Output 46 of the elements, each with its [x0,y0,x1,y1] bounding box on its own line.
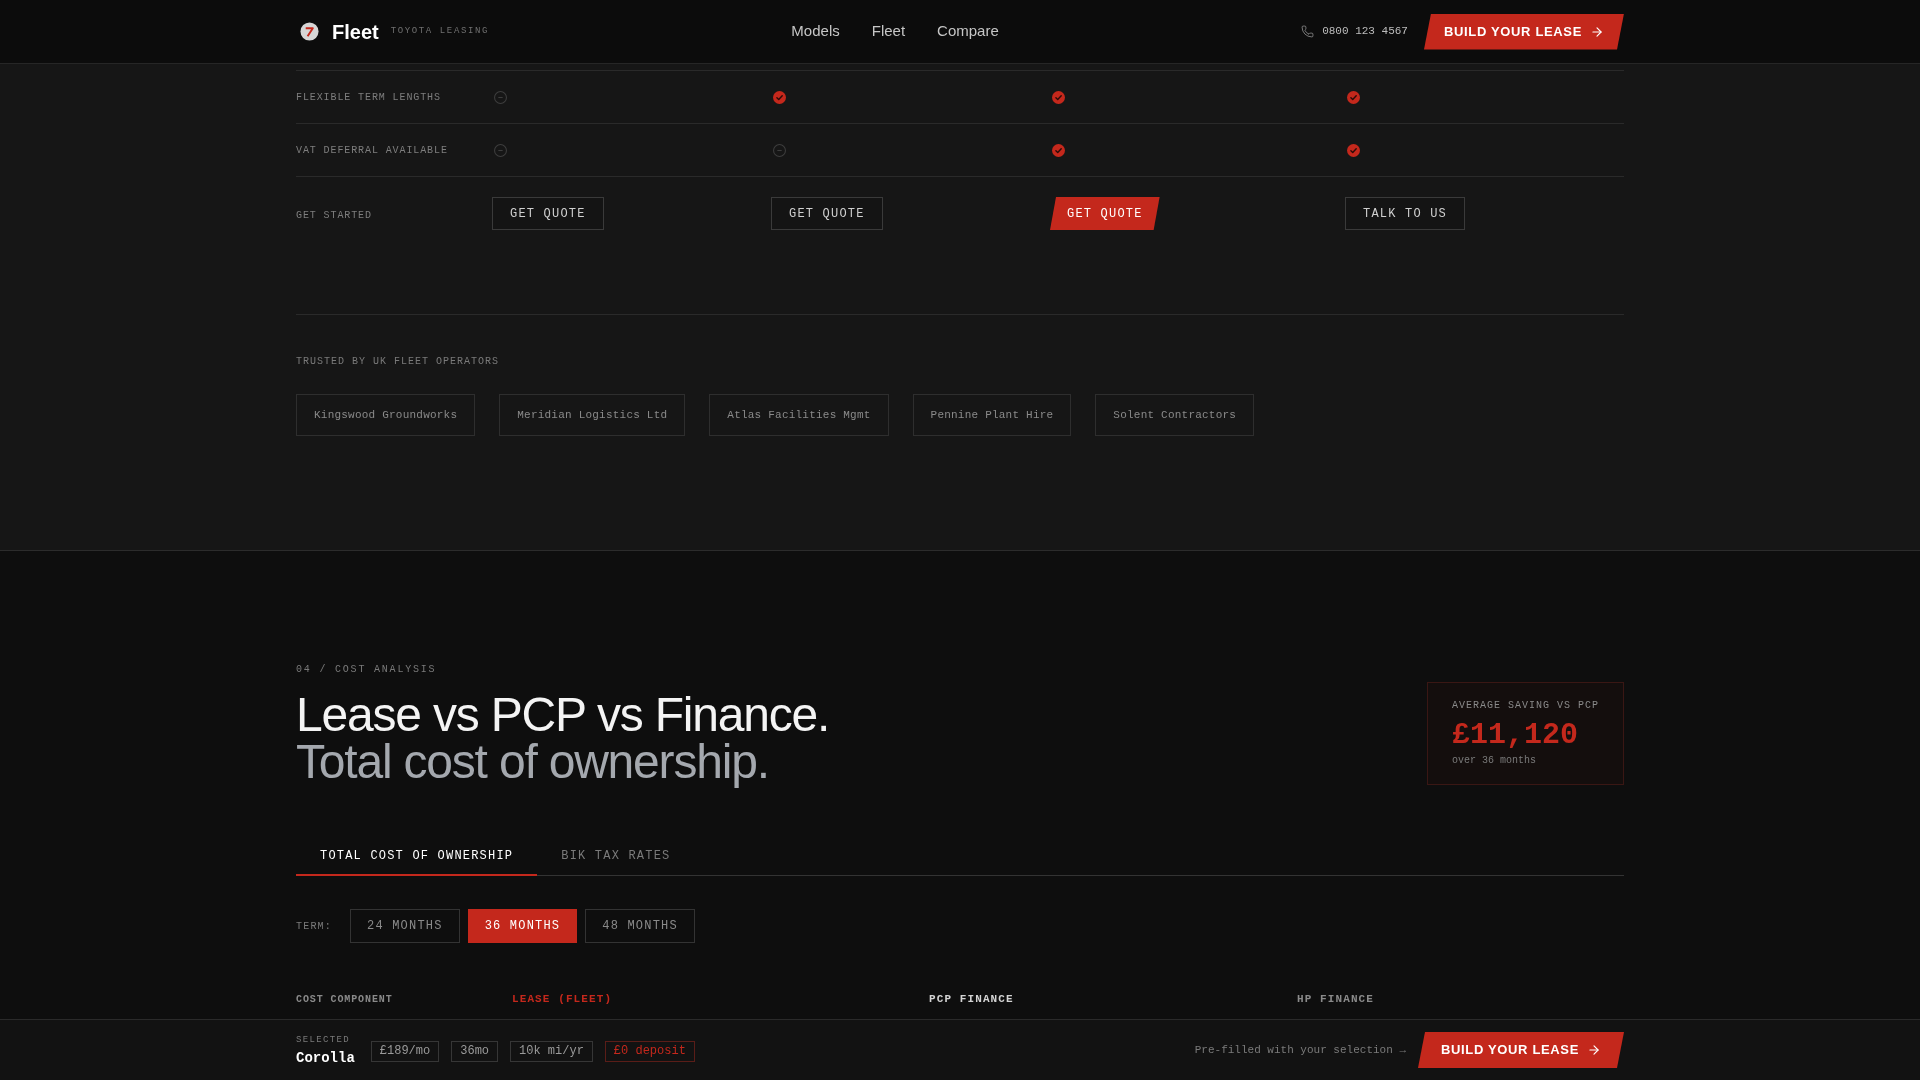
logo-icon [300,22,319,41]
term-option[interactable]: 48 MONTHS [585,909,695,943]
action-button[interactable]: GET QUOTE [771,197,883,230]
brand-tagline: TOYOTA LEASING [390,24,489,38]
selection-note: Pre-filled with your selection → [1194,1042,1406,1058]
build-lease-button[interactable]: BUILD YOUR LEASE [1418,1032,1624,1068]
nav-link[interactable]: Compare [937,20,999,43]
row-label: GET STARTED [296,208,373,223]
company-chip: Kingswood Groundworks [296,394,476,436]
nav-link[interactable]: Models [791,20,840,43]
saving-note: over 36 months [1451,754,1537,768]
selected-model: Corolla [296,1048,355,1067]
nav-link[interactable]: Fleet [871,20,906,43]
feature-label: FLEXIBLE TERM LENGTHS [296,90,442,105]
column-header: COST COMPONENT [296,992,394,1007]
column-header: HP FINANCE [1297,992,1375,1007]
action-button[interactable]: GET QUOTE [492,197,604,230]
company-chip: Solent Contractors [1095,394,1255,436]
section-label: TRUSTED BY UK FLEET OPERATORS [296,355,501,369]
tab[interactable]: BIK TAX RATES [537,837,695,876]
phone-icon [1301,25,1315,38]
feature-label: VAT DEFERRAL AVAILABLE [296,143,449,158]
column-header: LEASE (FLEET) [512,992,614,1007]
company-chip: Meridian Logistics Ltd [499,394,686,436]
tab[interactable]: TOTAL COST OF OWNERSHIP [296,837,538,876]
company-chip: Atlas Facilities Mgmt [709,394,889,436]
saving-label: AVERAGE SAVING VS PCP [1451,699,1599,713]
brand-name: Fleet [332,19,379,45]
saving-amount: £11,120 [1451,718,1579,752]
term-label: TERM: [296,919,332,934]
company-chip: Pennine Plant Hire [912,394,1072,436]
selection-chip: £0 deposit [604,1040,695,1062]
term-option[interactable]: 36 MONTHS [467,909,578,943]
term-option[interactable]: 24 MONTHS [350,909,460,943]
selection-chip: 36mo [451,1040,499,1062]
action-button[interactable]: GET QUOTE [1050,197,1160,230]
action-button[interactable]: TALK TO US [1345,197,1465,230]
selection-chip: £189/mo [370,1040,440,1062]
section-eyebrow: 04 / COST ANALYSIS [296,663,438,677]
build-lease-button[interactable]: BUILD YOUR LEASE [1424,13,1624,50]
selected-label: SELECTED [296,1033,351,1046]
arrow-right-icon [1587,1043,1601,1057]
section-title: Lease vs PCP vs Finance. [296,691,830,738]
phone-link[interactable]: 0800 123 4567 [1322,23,1408,40]
selection-chip: 10k mi/yr [510,1040,593,1062]
column-header: PCP FINANCE [929,992,1015,1007]
